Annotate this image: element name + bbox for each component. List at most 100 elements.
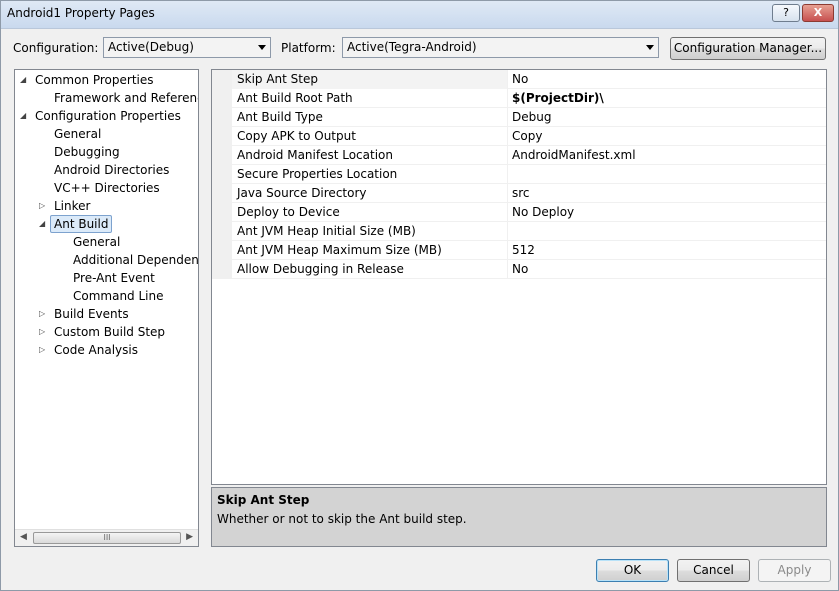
expander-placeholder bbox=[58, 251, 68, 269]
tree-item[interactable]: Android Directories bbox=[15, 161, 198, 179]
tree-item-label: Code Analysis bbox=[54, 343, 138, 357]
collapsed-arrow-icon[interactable]: ▷ bbox=[39, 305, 49, 323]
collapsed-arrow-icon[interactable]: ▷ bbox=[39, 323, 49, 341]
tree-item[interactable]: Command Line bbox=[15, 287, 198, 305]
tree-item[interactable]: Debugging bbox=[15, 143, 198, 161]
property-name: Copy APK to Output bbox=[237, 129, 356, 143]
expander-placeholder bbox=[39, 125, 49, 143]
tree-item[interactable]: Additional Dependencies bbox=[15, 251, 198, 269]
column-divider bbox=[507, 203, 508, 222]
property-name: Secure Properties Location bbox=[237, 167, 398, 181]
column-divider bbox=[507, 146, 508, 165]
column-divider bbox=[507, 70, 508, 89]
tree-item[interactable]: VC++ Directories bbox=[15, 179, 198, 197]
configuration-manager-button[interactable]: Configuration Manager... bbox=[670, 37, 826, 60]
window-title: Android1 Property Pages bbox=[7, 6, 155, 20]
description-text: Whether or not to skip the Ant build ste… bbox=[217, 512, 467, 526]
tree-item-label: Android Directories bbox=[54, 163, 170, 177]
property-row[interactable]: Secure Properties Location bbox=[212, 165, 826, 184]
property-row[interactable]: Copy APK to Output Copy bbox=[212, 127, 826, 146]
tree-item[interactable]: ▷ Code Analysis bbox=[15, 341, 198, 359]
tree-item-label: VC++ Directories bbox=[54, 181, 160, 195]
property-name: Java Source Directory bbox=[237, 186, 367, 200]
scrollbar-thumb[interactable]: III bbox=[33, 532, 181, 544]
property-value[interactable]: Debug bbox=[512, 110, 551, 124]
column-divider bbox=[507, 184, 508, 203]
collapsed-arrow-icon[interactable]: ▷ bbox=[39, 197, 49, 215]
tree-item-label: Command Line bbox=[73, 289, 164, 303]
close-button[interactable]: X bbox=[802, 4, 834, 22]
property-tree: ◢ Common Properties Framework and Referenc… bbox=[14, 69, 199, 547]
property-row[interactable]: Ant Build Root Path $(ProjectDir)\ bbox=[212, 89, 826, 108]
tree-item[interactable]: General bbox=[15, 233, 198, 251]
property-value[interactable]: No bbox=[512, 262, 528, 276]
property-name: Android Manifest Location bbox=[237, 148, 393, 162]
scroll-right-icon[interactable]: ▶ bbox=[186, 532, 193, 542]
column-divider bbox=[507, 108, 508, 127]
tree-item[interactable]: ◢ Configuration Properties bbox=[15, 107, 198, 125]
property-value[interactable]: src bbox=[512, 186, 530, 200]
scroll-left-icon[interactable]: ◀ bbox=[20, 532, 27, 542]
property-value[interactable]: AndroidManifest.xml bbox=[512, 148, 636, 162]
property-value[interactable]: $(ProjectDir)\ bbox=[512, 91, 604, 105]
configuration-select[interactable]: Active(Debug) bbox=[103, 37, 271, 58]
expanded-arrow-icon[interactable]: ◢ bbox=[39, 215, 49, 233]
property-value[interactable]: No Deploy bbox=[512, 205, 574, 219]
expander-placeholder bbox=[58, 233, 68, 251]
platform-select[interactable]: Active(Tegra-Android) bbox=[342, 37, 659, 58]
property-row[interactable]: Java Source Directory src bbox=[212, 184, 826, 203]
expander-placeholder bbox=[39, 89, 49, 107]
description-panel: Skip Ant Step Whether or not to skip the… bbox=[211, 487, 827, 547]
property-row[interactable]: Ant JVM Heap Maximum Size (MB) 512 bbox=[212, 241, 826, 260]
column-divider bbox=[507, 241, 508, 260]
expander-placeholder bbox=[39, 179, 49, 197]
ok-button[interactable]: OK bbox=[596, 559, 669, 582]
tree-horizontal-scrollbar[interactable]: ◀ III ▶ bbox=[15, 529, 198, 546]
tree-item[interactable]: Framework and References bbox=[15, 89, 198, 107]
tree-item-label: Build Events bbox=[54, 307, 129, 321]
property-row[interactable]: Allow Debugging in Release No bbox=[212, 260, 826, 279]
column-divider bbox=[507, 260, 508, 279]
tree-item-label: Additional Dependencies bbox=[73, 253, 199, 267]
tree-item[interactable]: ◢ Common Properties bbox=[15, 71, 198, 89]
column-divider bbox=[507, 89, 508, 108]
expander-placeholder bbox=[39, 161, 49, 179]
property-row[interactable]: Skip Ant Step No bbox=[212, 70, 826, 89]
property-value[interactable]: 512 bbox=[512, 243, 535, 257]
chevron-down-icon bbox=[258, 45, 266, 50]
cancel-button[interactable]: Cancel bbox=[677, 559, 750, 582]
tree-item[interactable]: ▷ Linker bbox=[15, 197, 198, 215]
help-button[interactable]: ? bbox=[772, 4, 800, 22]
tree-item[interactable]: ▷ Custom Build Step bbox=[15, 323, 198, 341]
tree-item[interactable]: ◢ Ant Build bbox=[15, 215, 198, 233]
property-name: Allow Debugging in Release bbox=[237, 262, 404, 276]
expander-placeholder bbox=[58, 287, 68, 305]
property-value[interactable]: No bbox=[512, 72, 528, 86]
property-value[interactable]: Copy bbox=[512, 129, 542, 143]
column-divider bbox=[507, 127, 508, 146]
apply-button[interactable]: Apply bbox=[758, 559, 831, 582]
property-grid: Skip Ant Step No Ant Build Root Path $(Proj… bbox=[211, 69, 827, 485]
expander-placeholder bbox=[39, 143, 49, 161]
tree-item-label: Common Properties bbox=[35, 73, 154, 87]
column-divider bbox=[507, 165, 508, 184]
tree-item[interactable]: Pre-Ant Event bbox=[15, 269, 198, 287]
expanded-arrow-icon[interactable]: ◢ bbox=[20, 71, 30, 89]
tree-item-label: Linker bbox=[54, 199, 91, 213]
expanded-arrow-icon[interactable]: ◢ bbox=[20, 107, 30, 125]
property-row[interactable]: Ant Build Type Debug bbox=[212, 108, 826, 127]
tree-item[interactable]: ▷ Build Events bbox=[15, 305, 198, 323]
property-name: Ant JVM Heap Maximum Size (MB) bbox=[237, 243, 442, 257]
property-name: Ant Build Root Path bbox=[237, 91, 353, 105]
property-row[interactable]: Android Manifest Location AndroidManifest… bbox=[212, 146, 826, 165]
platform-label: Platform: bbox=[281, 41, 336, 55]
expander-placeholder bbox=[58, 269, 68, 287]
property-name: Skip Ant Step bbox=[237, 72, 318, 86]
tree-item-label: Pre-Ant Event bbox=[73, 271, 155, 285]
tree-item[interactable]: General bbox=[15, 125, 198, 143]
collapsed-arrow-icon[interactable]: ▷ bbox=[39, 341, 49, 359]
property-row[interactable]: Ant JVM Heap Initial Size (MB) bbox=[212, 222, 826, 241]
property-pages-window: Android1 Property Pages ? X Configuratio… bbox=[0, 0, 839, 591]
property-row[interactable]: Deploy to Device No Deploy bbox=[212, 203, 826, 222]
property-name: Deploy to Device bbox=[237, 205, 340, 219]
